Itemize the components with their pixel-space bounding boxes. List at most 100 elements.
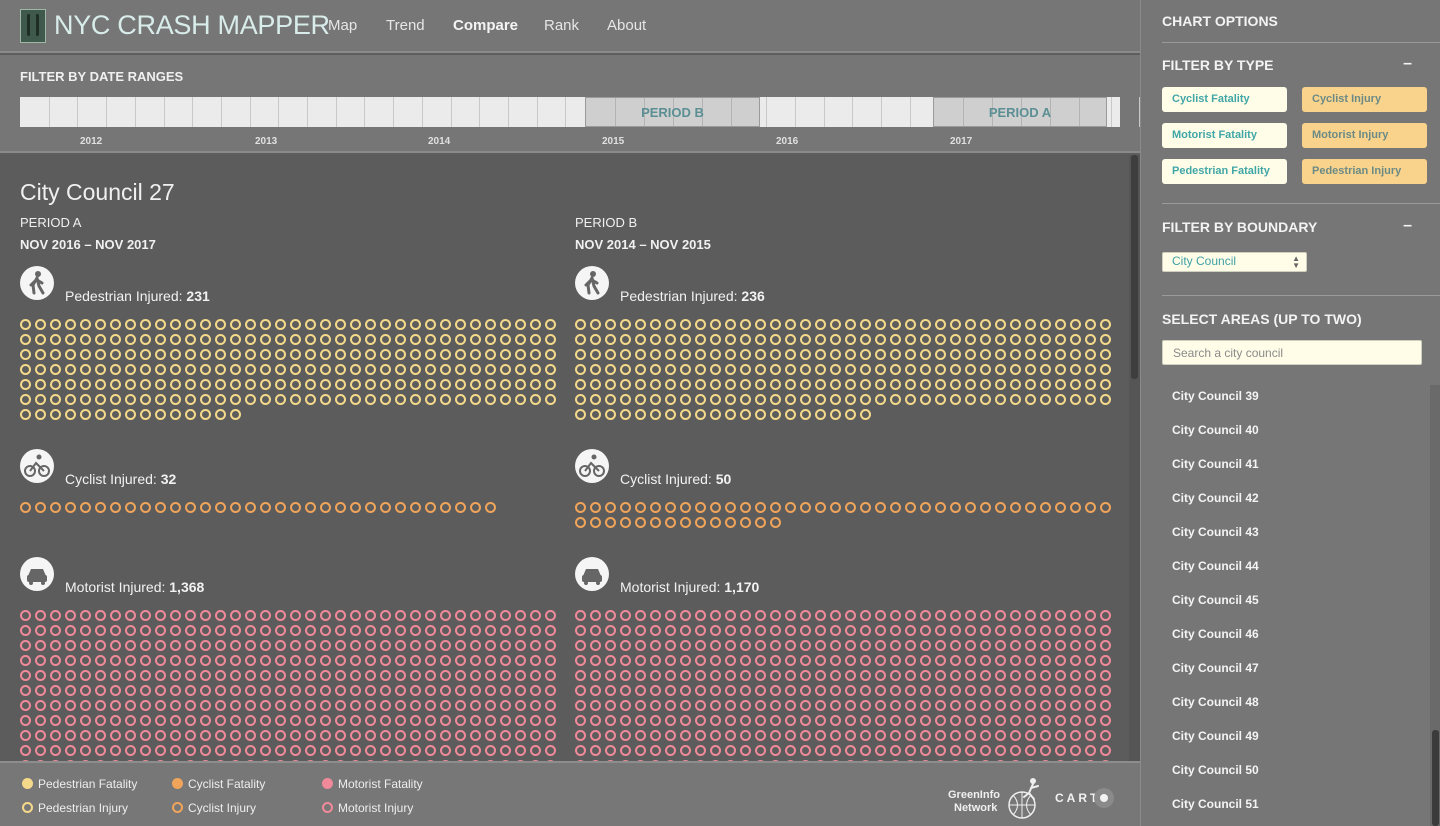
injury-dot [665, 517, 676, 528]
filter-pedestrian-fatality[interactable]: Pedestrian Fatality [1162, 159, 1287, 184]
injury-dot [695, 349, 706, 360]
injury-dot [230, 670, 241, 681]
injury-dot [1040, 625, 1051, 636]
nav-compare[interactable]: Compare [453, 17, 518, 34]
area-list-item[interactable]: City Council 45 [1172, 593, 1259, 607]
timeline-brush[interactable]: PERIOD B PERIOD A [20, 97, 1141, 127]
injury-dot [155, 745, 166, 756]
filter-motorist-injury[interactable]: Motorist Injury [1302, 123, 1427, 148]
injury-dot [350, 349, 361, 360]
injury-dot [1100, 334, 1111, 345]
injury-dot [395, 502, 406, 513]
injury-dot [905, 610, 916, 621]
greeninfo-logo[interactable]: GreenInfo Network [948, 789, 1000, 815]
injury-dot [815, 502, 826, 513]
app-logo[interactable] [20, 9, 46, 43]
area-list-item[interactable]: City Council 39 [1172, 389, 1259, 403]
main-scrollbar[interactable] [1129, 155, 1140, 761]
nav-rank[interactable]: Rank [544, 17, 579, 34]
main-scroll-thumb[interactable] [1131, 155, 1138, 379]
injury-dot [305, 745, 316, 756]
injury-dot [320, 502, 331, 513]
area-list-item[interactable]: City Council 40 [1172, 423, 1259, 437]
injury-dot [500, 715, 511, 726]
timeline-tick [421, 97, 423, 127]
injury-dot [320, 700, 331, 711]
injury-dot [125, 502, 136, 513]
area-list-scroll-thumb[interactable] [1432, 730, 1439, 826]
injury-dot [845, 640, 856, 651]
injury-dot [515, 685, 526, 696]
area-list-item[interactable]: City Council 42 [1172, 491, 1259, 505]
injury-dot [665, 685, 676, 696]
area-list-item[interactable]: City Council 43 [1172, 525, 1259, 539]
injury-dot [350, 685, 361, 696]
injury-dot [185, 700, 196, 711]
injury-dot [245, 685, 256, 696]
injury-dot [215, 715, 226, 726]
collapse-boundary-button[interactable]: – [1403, 217, 1412, 235]
injury-dot [290, 730, 301, 741]
injury-dot [1010, 319, 1021, 330]
filter-pedestrian-injury[interactable]: Pedestrian Injury [1302, 159, 1427, 184]
injury-dot [755, 517, 766, 528]
filter-cyclist-fatality[interactable]: Cyclist Fatality [1162, 87, 1287, 112]
area-list-item[interactable]: City Council 47 [1172, 661, 1259, 675]
area-list-scrollbar[interactable] [1430, 385, 1440, 826]
injury-dot [695, 409, 706, 420]
injury-dot [455, 715, 466, 726]
injury-dot [365, 685, 376, 696]
injury-dot [125, 670, 136, 681]
nav-about[interactable]: About [607, 17, 646, 34]
area-search-input[interactable] [1162, 340, 1422, 365]
filter-cyclist-injury[interactable]: Cyclist Injury [1302, 87, 1427, 112]
boundary-select[interactable]: City Council ▲ ▼ [1162, 252, 1307, 272]
area-list-item[interactable]: City Council 51 [1172, 797, 1259, 811]
injury-dot [80, 715, 91, 726]
injury-dot [695, 379, 706, 390]
injury-dot [635, 715, 646, 726]
injury-dot [530, 610, 541, 621]
injury-dot [455, 349, 466, 360]
area-list-item[interactable]: City Council 41 [1172, 457, 1259, 471]
collapse-type-button[interactable]: – [1403, 55, 1412, 73]
injury-dot [1025, 334, 1036, 345]
area-list-item[interactable]: City Council 46 [1172, 627, 1259, 641]
injury-dot [740, 655, 751, 666]
injury-dot [290, 715, 301, 726]
injury-dot [680, 745, 691, 756]
injury-dot [815, 700, 826, 711]
injury-dot [905, 349, 916, 360]
pedestrian-logo-icon [27, 14, 39, 36]
injury-dot [650, 745, 661, 756]
period-b-label: PERIOD B [575, 215, 638, 230]
area-list-item[interactable]: City Council 48 [1172, 695, 1259, 709]
nav-map[interactable]: Map [328, 17, 357, 34]
injury-dot [170, 655, 181, 666]
injury-dot [230, 502, 241, 513]
date-filter-title: FILTER BY DATE RANGES [20, 69, 184, 84]
nav-trend[interactable]: Trend [386, 17, 425, 34]
period-a-brush[interactable]: PERIOD A [933, 97, 1107, 127]
filter-motorist-fatality[interactable]: Motorist Fatality [1162, 123, 1287, 148]
injury-dot [65, 334, 76, 345]
injury-dot [710, 409, 721, 420]
app-title[interactable]: NYC CRASH MAPPER [54, 10, 330, 41]
injury-dot [620, 715, 631, 726]
injury-dot [1055, 319, 1066, 330]
injury-dot [200, 745, 211, 756]
area-list-item[interactable]: City Council 50 [1172, 763, 1259, 777]
injury-dot [980, 700, 991, 711]
injury-dot [875, 640, 886, 651]
injury-dot [995, 655, 1006, 666]
injury-dot [1025, 640, 1036, 651]
injury-dot [1085, 655, 1096, 666]
area-list-item[interactable]: City Council 44 [1172, 559, 1259, 573]
injury-dot [410, 655, 421, 666]
period-b-brush[interactable]: PERIOD B [585, 97, 760, 127]
injury-dot [980, 334, 991, 345]
injury-dot [95, 730, 106, 741]
area-list-item[interactable]: City Council 49 [1172, 729, 1259, 743]
injury-dot [980, 610, 991, 621]
injury-dot [80, 730, 91, 741]
